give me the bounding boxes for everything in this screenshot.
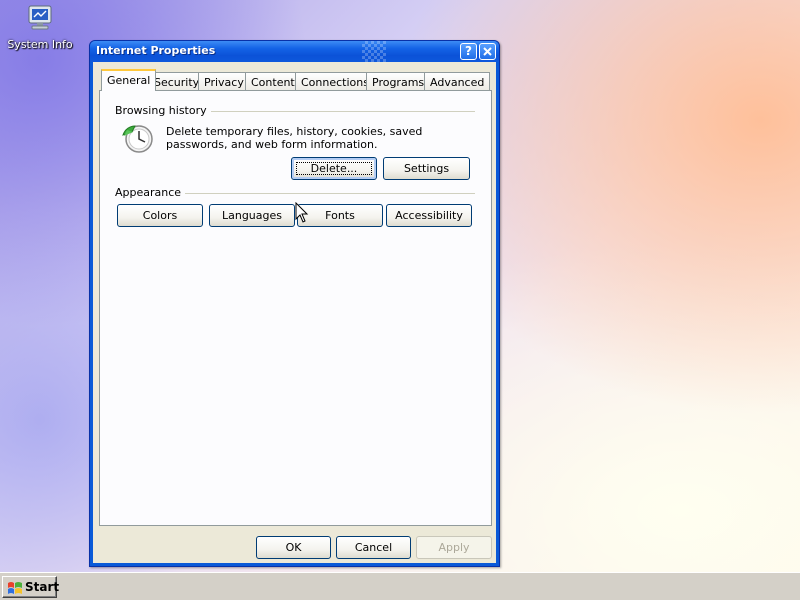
title-bar[interactable]: Internet Properties ? [90,41,499,62]
titlebar-pattern [362,41,386,62]
appearance-heading: Appearance [115,186,186,199]
taskbar: Start [0,572,800,600]
tab-general[interactable]: General [101,69,157,91]
window-title: Internet Properties [96,44,216,57]
tab-connections[interactable]: Connections [295,72,375,90]
accessibility-button[interactable]: Accessibility [386,204,472,227]
tab-security[interactable]: Security [148,72,206,90]
languages-button[interactable]: Languages [209,204,295,227]
colors-button[interactable]: Colors [117,204,203,227]
tab-content[interactable]: Content [245,72,301,90]
tab-privacy[interactable]: Privacy [198,72,250,90]
help-button[interactable]: ? [460,43,477,60]
general-tab-panel [99,90,492,526]
settings-button[interactable]: Settings [383,157,470,180]
windows-flag-icon [7,581,23,595]
monitor-icon [24,4,56,34]
fonts-button[interactable]: Fonts [297,204,383,227]
cancel-button[interactable]: Cancel [336,536,411,559]
browsing-history-description: Delete temporary files, history, cookies… [166,125,423,151]
delete-button[interactable]: Delete... [291,157,377,180]
close-icon [483,47,492,56]
desktop-icon-label: System Info [7,38,73,51]
browsing-history-heading: Browsing history [115,104,211,117]
dialog-client: General Security Privacy Content Connect… [93,62,496,563]
history-clock-icon [121,123,155,155]
apply-button[interactable]: Apply [416,536,492,559]
internet-properties-window: Internet Properties ? General Security P… [89,40,500,567]
desktop-icon-system-info[interactable]: System Info [6,4,74,51]
tab-advanced[interactable]: Advanced [424,72,491,90]
tab-programs[interactable]: Programs [366,72,431,90]
close-button[interactable] [479,43,496,60]
mouse-cursor-icon [295,201,309,224]
start-button[interactable]: Start [2,576,60,598]
start-label: Start [25,580,60,594]
ok-button[interactable]: OK [256,536,331,559]
